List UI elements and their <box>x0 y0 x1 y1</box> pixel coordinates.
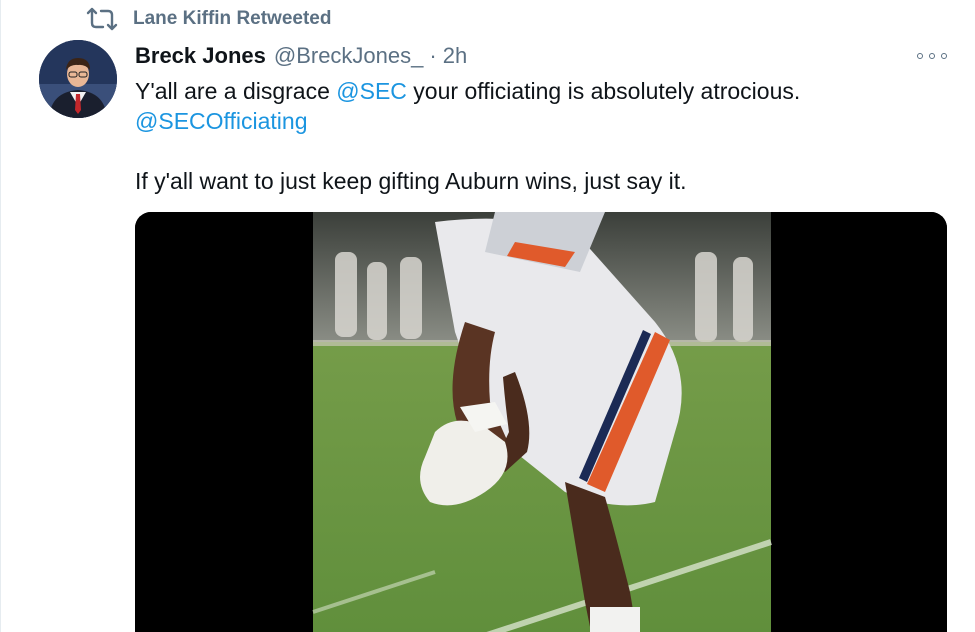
mention-secofficiating-link[interactable]: @SECOfficiating <box>135 108 308 134</box>
avatar[interactable] <box>39 40 117 118</box>
tweet-paragraph-1: Y'all are a disgrace @SEC your officiati… <box>135 76 947 106</box>
retweet-icon <box>86 7 118 31</box>
tweet-text-part: Y'all are a disgrace <box>135 78 337 104</box>
tweet-paragraph-1b: @SECOfficiating <box>135 106 947 136</box>
mention-sec-link[interactable]: @SEC <box>336 78 407 104</box>
tweet-text-part: your officiating is absolutely atrocious… <box>406 78 801 104</box>
video-frame-icon <box>135 212 947 632</box>
tweet-video[interactable] <box>135 212 947 632</box>
tweet-timestamp[interactable]: 2h <box>443 42 467 70</box>
tweet-card[interactable]: Lane Kiffin Retweeted Breck Jones @Breck… <box>0 0 975 632</box>
retweet-label[interactable]: Lane Kiffin Retweeted <box>133 8 331 30</box>
tweet-paragraph-2: If y'all want to just keep gifting Aubur… <box>135 168 687 194</box>
tweet-text: Y'all are a disgrace @SEC your officiati… <box>135 76 947 196</box>
retweet-context[interactable]: Lane Kiffin Retweeted <box>85 6 331 32</box>
author-display-name[interactable]: Breck Jones <box>135 42 266 70</box>
tweet-content: Breck Jones @BreckJones_ · 2h Y'all are … <box>135 42 947 196</box>
tweet-header: Breck Jones @BreckJones_ · 2h <box>135 42 947 70</box>
author-handle[interactable]: @BreckJones_ <box>274 42 424 70</box>
separator-dot: · <box>429 43 437 68</box>
profile-photo-icon <box>39 40 117 118</box>
